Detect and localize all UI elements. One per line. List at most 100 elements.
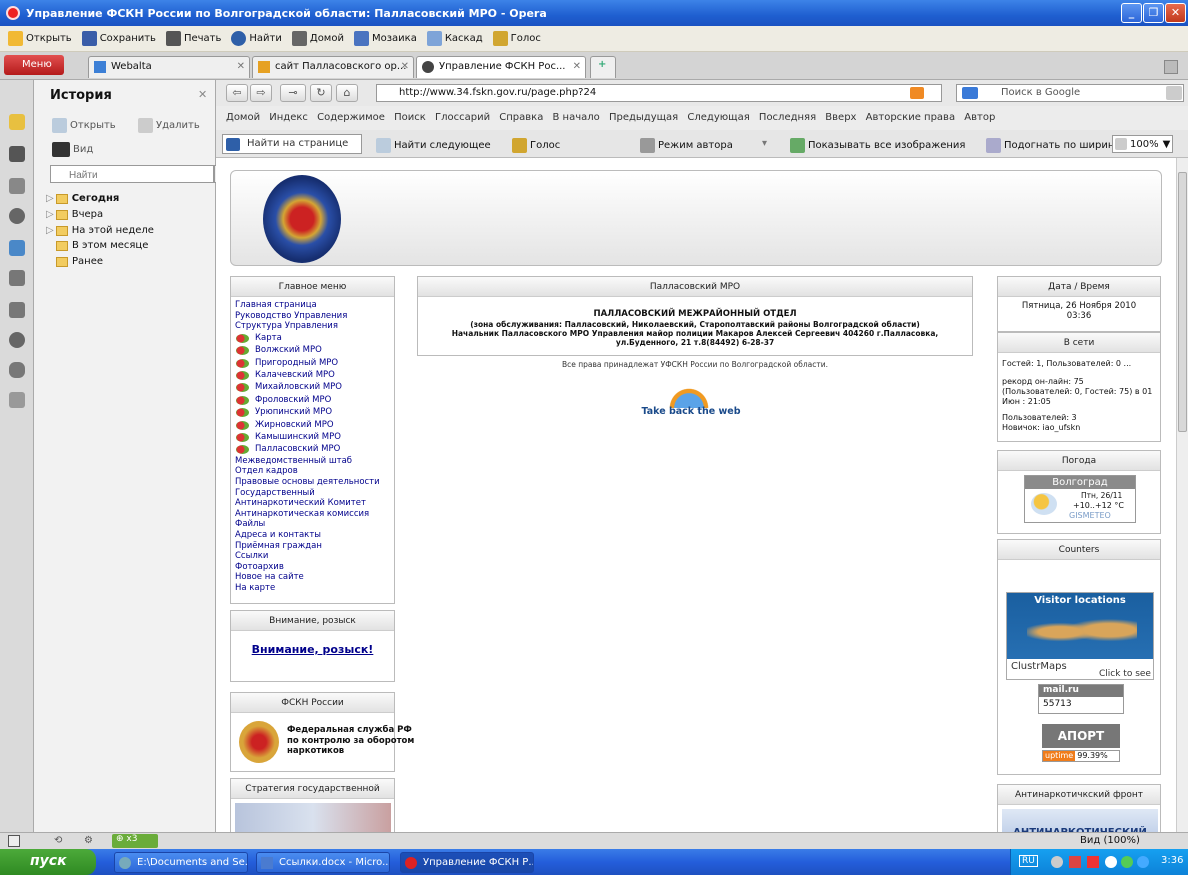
toolbar-open-button[interactable]: Открыть <box>8 31 72 46</box>
contacts-icon[interactable] <box>9 208 25 224</box>
find-next-button[interactable]: Найти следующее <box>376 138 491 153</box>
menu-link[interactable]: Калачевский МРО <box>231 369 394 381</box>
start-button[interactable]: пуск <box>0 849 96 875</box>
show-images-button[interactable]: Показывать все изображения <box>790 138 965 153</box>
toolbar-home-button[interactable]: Домой <box>291 31 344 46</box>
window-titlebar[interactable]: Управление ФСКН России по Волгоградской … <box>0 0 1188 26</box>
close-button[interactable]: ✕ <box>1165 3 1186 23</box>
toolbar-cascade-button[interactable]: Каскад <box>426 31 483 46</box>
fskn-description[interactable]: Федеральная служба РФ по контролю за обо… <box>287 725 421 757</box>
nav-link-last[interactable]: Последняя <box>759 112 816 123</box>
toolbar-tile-button[interactable]: Мозаика <box>353 31 417 46</box>
taskbar-word[interactable]: Ссылки.docx - Micro... <box>256 852 390 873</box>
menu-link[interactable]: Михайловский МРО <box>231 381 394 393</box>
tab-fskn[interactable]: Управление ФСКН Рос... ✕ <box>416 56 586 78</box>
tab-close-icon[interactable]: ✕ <box>401 61 409 72</box>
maximize-button[interactable]: ❐ <box>1143 3 1164 23</box>
take-back-the-web-banner[interactable]: Take back the web <box>636 378 746 422</box>
zoom-select[interactable]: 100% ▼ <box>1112 135 1174 153</box>
history-icon[interactable] <box>9 332 25 348</box>
nav-link-previous[interactable]: Предыдущая <box>609 112 678 123</box>
menu-link[interactable]: На карте <box>231 583 394 594</box>
menu-link[interactable]: Фроловский МРО <box>231 394 394 406</box>
bookmarks-icon[interactable] <box>9 114 25 130</box>
fit-width-button[interactable]: Подогнать по ширине <box>986 138 1121 153</box>
reload-button[interactable]: ↻ <box>310 84 332 102</box>
nav-link-next[interactable]: Следующая <box>687 112 749 123</box>
taskbar-explorer[interactable]: E:\Documents and Se... <box>114 852 248 873</box>
menu-link[interactable]: Жирновский МРО <box>231 419 394 431</box>
address-input[interactable]: http://www.34.fskn.gov.ru/page.php?24 <box>376 84 942 102</box>
toolbar-save-button[interactable]: Сохранить <box>81 31 156 46</box>
search-engine-input[interactable]: Поиск в Google <box>956 84 1184 102</box>
minimize-button[interactable]: _ <box>1121 3 1142 23</box>
nav-link-help[interactable]: Справка <box>499 112 543 123</box>
tray-icon[interactable] <box>1051 856 1063 868</box>
tray-icon[interactable] <box>1087 856 1099 868</box>
tab-pallasovka-site[interactable]: сайт Палласовского ор... ✕ <box>252 56 414 78</box>
nav-link-contents[interactable]: Содержимое <box>317 112 385 123</box>
menu-link[interactable]: Палласовский МРО <box>231 443 394 455</box>
menu-link[interactable]: Адреса и контакты <box>231 530 394 541</box>
menu-link[interactable]: Урюпинский МРО <box>231 406 394 418</box>
menu-link[interactable]: Межведомственный штаб <box>231 456 394 467</box>
back-button[interactable]: ⇦ <box>226 84 248 102</box>
tray-icon[interactable] <box>1137 856 1149 868</box>
tray-icon[interactable] <box>1069 856 1081 868</box>
online-newbie[interactable]: Новичок: iao_ufskn <box>998 423 1160 433</box>
search-go-icon[interactable] <box>1166 86 1182 100</box>
unite-icon[interactable]: ⚙ <box>84 835 93 846</box>
clock[interactable]: 3:36 <box>1161 855 1183 866</box>
voice-button[interactable]: Голос <box>512 138 560 153</box>
history-group-yesterday[interactable]: ▷ Вчера <box>46 209 103 220</box>
sync-icon[interactable]: ⟲ <box>54 835 62 846</box>
weather-widget[interactable]: Волгоград Птн, 26/11 +10..+12 °C GISMETE… <box>1024 475 1136 523</box>
nav-link-copyright[interactable]: Авторские права <box>866 112 955 123</box>
links-icon[interactable] <box>9 362 25 378</box>
antidrug-banner[interactable]: АНТИНАРКОТИЧЕСКИЙ <box>1002 809 1158 832</box>
nav-link-index[interactable]: Индекс <box>269 112 308 123</box>
mailru-counter[interactable]: mail.ru 55713 <box>1038 684 1124 714</box>
menu-link[interactable]: Фотоархив <box>231 562 394 573</box>
author-mode-dropdown-icon[interactable]: ▾ <box>762 138 767 149</box>
nav-link-start[interactable]: В начало <box>553 112 600 123</box>
menu-link[interactable]: Антинаркотическая комиссия <box>231 509 394 520</box>
menu-link[interactable]: Правовые основы деятельности <box>231 477 394 488</box>
view-zoom-status[interactable]: Вид (100%) <box>1080 835 1140 846</box>
nav-link-home[interactable]: Домой <box>226 112 260 123</box>
strategy-banner-image[interactable] <box>235 803 391 832</box>
google-icon[interactable] <box>962 87 978 99</box>
history-open-button[interactable]: Открыть <box>52 118 116 133</box>
menu-link[interactable]: Карта <box>231 332 394 344</box>
widgets-icon[interactable] <box>9 146 25 162</box>
history-view-button[interactable]: Вид <box>52 142 93 157</box>
menu-link[interactable]: Антинаркотический Комитет <box>231 498 394 509</box>
language-indicator[interactable]: RU <box>1019 855 1038 867</box>
feeds-icon[interactable] <box>9 240 25 256</box>
nav-link-search[interactable]: Поиск <box>394 112 426 123</box>
history-group-week[interactable]: ▷ На этой неделе <box>46 225 154 236</box>
tab-close-icon[interactable]: ✕ <box>237 61 245 72</box>
opera-menu-button[interactable]: Меню <box>4 55 64 75</box>
add-panel-icon[interactable] <box>9 392 25 408</box>
notes-icon[interactable] <box>9 270 25 286</box>
tab-close-icon[interactable]: ✕ <box>573 61 581 72</box>
nav-link-up[interactable]: Вверх <box>825 112 856 123</box>
new-tab-button[interactable]: + <box>590 56 616 78</box>
author-mode-button[interactable]: Режим автора <box>640 138 733 153</box>
menu-link[interactable]: Государственный <box>231 488 394 499</box>
tab-webalta[interactable]: Webalta ✕ <box>88 56 250 78</box>
menu-link[interactable]: Руководство Управления <box>231 311 394 322</box>
nav-link-glossary[interactable]: Глоссарий <box>435 112 490 123</box>
tray-icon[interactable] <box>1105 856 1117 868</box>
forward-button[interactable]: ⇨ <box>250 84 272 102</box>
menu-link[interactable]: Новое на сайте <box>231 572 394 583</box>
menu-link[interactable]: Отдел кадров <box>231 466 394 477</box>
turbo-icon[interactable]: ⊕ x3 <box>112 834 158 848</box>
clustrmaps-widget[interactable]: Visitor locations ClustrMaps Click to se… <box>1006 592 1154 680</box>
toolbar-voice-button[interactable]: Голос <box>492 31 541 46</box>
menu-link[interactable]: Ссылки <box>231 551 394 562</box>
tray-icon[interactable] <box>1121 856 1133 868</box>
menu-link[interactable]: Приёмная граждан <box>231 541 394 552</box>
key-icon[interactable]: ⊸ <box>280 84 306 102</box>
